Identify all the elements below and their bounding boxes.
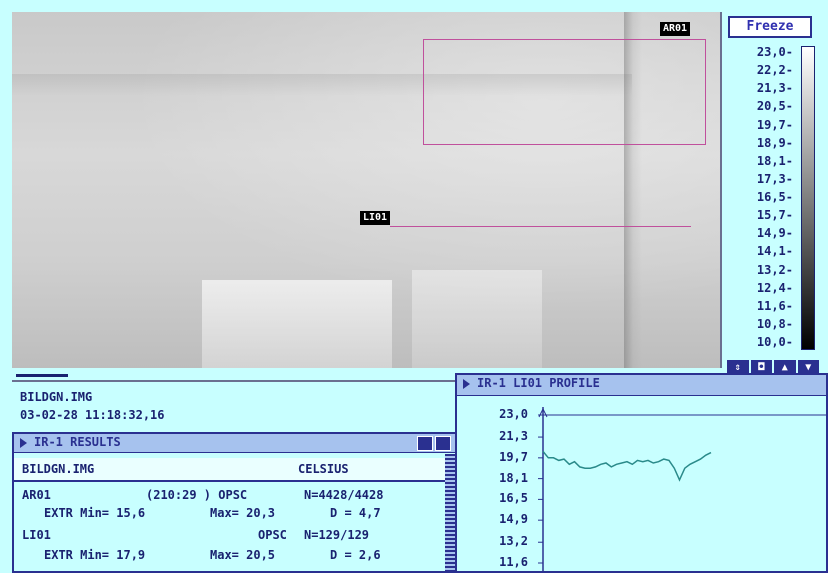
line-roi-tag[interactable]: LI01 <box>360 211 391 225</box>
temperature-scale: 23,0- 22,2- 21,3- 20,5- 19,7- 18,9- 18,1- 17,3-… <box>725 40 819 358</box>
results-row-max: Max= 20,3 <box>210 506 276 520</box>
scale-label: 13,2- <box>756 262 793 277</box>
results-row-count: N=4428/4428 <box>304 488 384 502</box>
results-header-unit: CELSIUS <box>298 462 349 476</box>
results-row-min: EXTR Min= 15,6 <box>44 506 146 520</box>
results-row-name: AR01 <box>22 488 51 502</box>
door-region <box>202 280 392 368</box>
freeze-button[interactable]: Freeze <box>728 16 812 38</box>
results-row-mid: (210:29 ) OPSC <box>146 488 248 502</box>
profile-chart <box>538 407 826 571</box>
image-datetime: 03-02-28 11:18:32,16 <box>20 408 165 422</box>
profile-series-line <box>542 450 712 482</box>
scale-label: 14,1- <box>756 244 793 259</box>
line-roi[interactable] <box>390 226 691 227</box>
scale-label: 19,7- <box>756 117 793 132</box>
maximize-icon[interactable] <box>435 436 451 451</box>
results-title: IR-1 RESULTS <box>34 435 121 449</box>
area-roi-tag[interactable]: AR01 <box>660 22 691 36</box>
results-header-file: BILDGN.IMG <box>22 462 95 476</box>
scale-label: 10,8- <box>756 316 793 331</box>
results-row-max: Max= 20,5 <box>210 548 276 562</box>
results-row-min: EXTR Min= 17,9 <box>44 548 146 562</box>
results-header: BILDGN.IMG CELSIUS <box>14 458 455 482</box>
window-menu-icon[interactable] <box>463 379 470 389</box>
scale-label: 15,7- <box>756 208 793 223</box>
scale-label: 20,5- <box>756 99 793 114</box>
scale-label: 14,9- <box>756 226 793 241</box>
results-titlebar[interactable]: IR-1 RESULTS <box>14 434 455 453</box>
scale-label: 18,1- <box>756 153 793 168</box>
scale-label: 12,4- <box>756 280 793 295</box>
image-filename: BILDGN.IMG <box>20 390 93 404</box>
minimize-icon[interactable] <box>417 436 433 451</box>
results-row-mid: OPSC <box>258 528 287 542</box>
scale-label: 10,0- <box>756 335 793 349</box>
window-menu-icon[interactable] <box>20 438 27 448</box>
results-row-delta: D = 4,7 <box>330 506 381 520</box>
thermal-image[interactable]: AR01 LI01 <box>12 12 722 368</box>
results-window: IR-1 RESULTS BILDGN.IMG CELSIUS AR01 (21… <box>12 432 457 573</box>
color-scale-bar <box>801 46 815 350</box>
scale-label: 21,3- <box>756 81 793 96</box>
wall-light-region <box>412 270 542 368</box>
results-row-name: LI01 <box>22 528 51 542</box>
scale-label: 23,0- <box>756 45 793 59</box>
image-slider[interactable] <box>16 374 68 377</box>
scale-label: 17,3- <box>756 171 793 186</box>
results-row-delta: D = 2,6 <box>330 548 381 562</box>
image-info: BILDGN.IMG 03-02-28 11:18:32,16 <box>12 380 457 430</box>
results-scrollbar[interactable] <box>445 454 455 571</box>
scale-label: 11,6- <box>756 298 793 313</box>
profile-window: IR-1 LI01 PROFILE 23,0 21,3 19,7 18,1 16,5 14… <box>455 373 828 573</box>
scale-label: 16,5- <box>756 190 793 204</box>
scale-label: 22,2- <box>756 63 793 78</box>
profile-title: IR-1 LI01 PROFILE <box>477 376 600 390</box>
results-row-count: N=129/129 <box>304 528 370 542</box>
area-roi-box[interactable] <box>423 39 706 145</box>
scale-label: 18,9- <box>756 135 793 150</box>
profile-titlebar[interactable]: IR-1 LI01 PROFILE <box>457 375 826 396</box>
